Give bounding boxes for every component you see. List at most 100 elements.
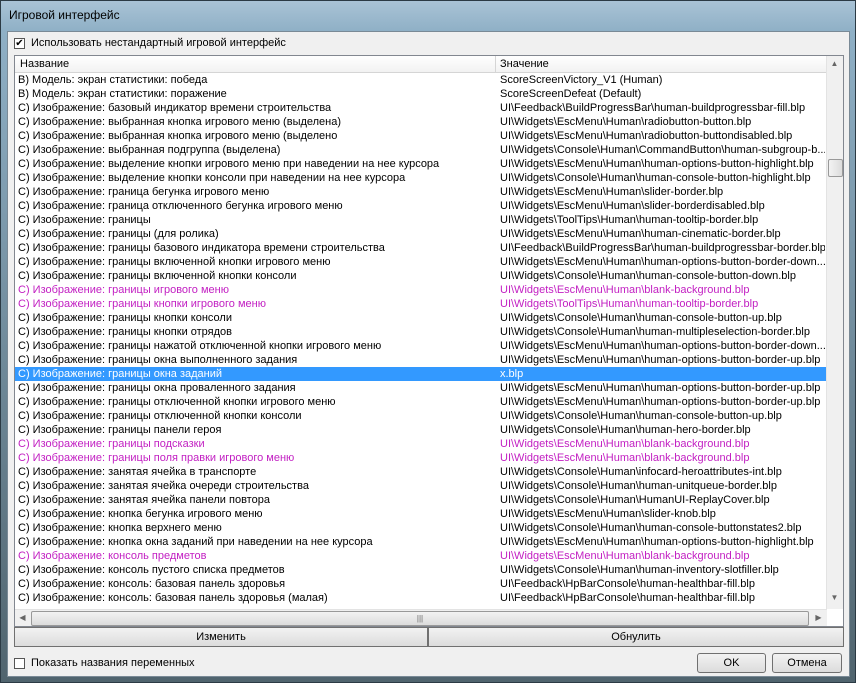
table-row[interactable]: С) Изображение: границы включенной кнопк…: [15, 269, 827, 283]
table-row[interactable]: С) Изображение: граница отключенного бег…: [15, 199, 827, 213]
row-value: UI\Feedback\BuildProgressBar\human-build…: [500, 102, 806, 114]
table-row[interactable]: С) Изображение: границы подсказки UI\Widg…: [15, 437, 827, 451]
column-header-value[interactable]: Значение: [500, 58, 549, 70]
horizontal-scrollbar[interactable]: ◀ ||| ▶: [15, 609, 827, 626]
row-name: С) Изображение: выбранная подгруппа (выд…: [18, 144, 281, 156]
table-row[interactable]: С) Изображение: границы поля правки игро…: [15, 451, 827, 465]
row-name: С) Изображение: граница отключенного бег…: [18, 200, 343, 212]
row-name: С) Изображение: границы: [18, 214, 151, 226]
interface-list[interactable]: Название Значение В) Модель: экран стати…: [14, 55, 844, 627]
dialog-window: Игровой интерфейс ✔ Использовать нестанд…: [0, 0, 856, 683]
table-row[interactable]: С) Изображение: границы включенной кнопк…: [15, 255, 827, 269]
row-name: В) Модель: экран статистики: победа: [18, 74, 208, 86]
row-name: С) Изображение: границы окна выполненног…: [18, 354, 298, 366]
vertical-scroll-thumb[interactable]: [828, 159, 843, 177]
row-name: С) Изображение: кнопка окна заданий при …: [18, 536, 373, 548]
row-name: С) Изображение: консоль: базовая панель …: [18, 592, 328, 604]
use-custom-label[interactable]: Использовать нестандартный игровой интер…: [31, 37, 286, 49]
row-value: UI\Widgets\Console\Human\human-console-b…: [500, 172, 811, 184]
table-row[interactable]: С) Изображение: выбранная кнопка игровог…: [15, 115, 827, 129]
table-row[interactable]: С) Изображение: границы UI\Widgets\ToolTi…: [15, 213, 827, 227]
scroll-left-icon[interactable]: ◀: [15, 613, 30, 622]
row-name: С) Изображение: границы нажатой отключен…: [18, 340, 382, 352]
row-value: UI\Widgets\Console\Human\human-unitqueue…: [500, 480, 777, 492]
table-row[interactable]: С) Изображение: консоль: базовая панель …: [15, 591, 827, 605]
row-value: UI\Widgets\EscMenu\Human\blank-backgroun…: [500, 284, 750, 296]
column-divider[interactable]: [495, 56, 496, 73]
row-value: UI\Widgets\EscMenu\Human\human-options-b…: [500, 340, 825, 352]
column-header-name[interactable]: Название: [20, 58, 69, 70]
row-name: С) Изображение: границы кнопки консоли: [18, 312, 232, 324]
table-row[interactable]: С) Изображение: границы отключенной кноп…: [15, 409, 827, 423]
table-row[interactable]: С) Изображение: границы игрового меню UI\…: [15, 283, 827, 297]
table-row[interactable]: С) Изображение: выделение кнопки игровог…: [15, 157, 827, 171]
row-value: UI\Widgets\EscMenu\Human\human-options-b…: [500, 354, 821, 366]
show-var-names-label[interactable]: Показать названия переменных: [31, 657, 195, 669]
row-name: С) Изображение: границы включенной кнопк…: [18, 270, 297, 282]
table-row[interactable]: С) Изображение: границы окна заданий x.bl…: [15, 367, 827, 381]
table-row[interactable]: С) Изображение: кнопка верхнего меню UI\W…: [15, 521, 827, 535]
edit-button[interactable]: Изменить: [14, 627, 428, 647]
row-value: UI\Widgets\Console\Human\human-console-b…: [500, 270, 796, 282]
cancel-button[interactable]: Отмена: [772, 653, 842, 673]
scroll-right-icon[interactable]: ▶: [811, 613, 826, 622]
table-row[interactable]: С) Изображение: занятая ячейка в транспо…: [15, 465, 827, 479]
table-row[interactable]: С) Изображение: занятая ячейка очереди с…: [15, 479, 827, 493]
table-row[interactable]: В) Модель: экран статистики: поражение Sc…: [15, 87, 827, 101]
row-value: UI\Widgets\EscMenu\Human\slider-borderdi…: [500, 200, 765, 212]
scroll-down-icon[interactable]: ▼: [827, 593, 842, 602]
dialog-client: ✔ Использовать нестандартный игровой инт…: [7, 31, 850, 677]
table-row[interactable]: С) Изображение: выбранная подгруппа (выд…: [15, 143, 827, 157]
row-value: UI\Widgets\Console\Human\human-console-b…: [500, 522, 802, 534]
table-row[interactable]: В) Модель: экран статистики: победа Score…: [15, 73, 827, 87]
row-value: UI\Feedback\HpBarConsole\human-healthbar…: [500, 578, 755, 590]
list-header: Название Значение: [15, 56, 827, 73]
table-row[interactable]: С) Изображение: выделение кнопки консоли…: [15, 171, 827, 185]
row-value: ScoreScreenDefeat (Default): [500, 88, 642, 100]
table-row[interactable]: С) Изображение: границы отключенной кноп…: [15, 395, 827, 409]
reset-button[interactable]: Обнулить: [428, 627, 844, 647]
table-row[interactable]: С) Изображение: консоль пустого списка п…: [15, 563, 827, 577]
row-value: UI\Widgets\EscMenu\Human\slider-knob.blp: [500, 508, 716, 520]
show-var-names-checkbox[interactable]: [14, 658, 25, 669]
table-row[interactable]: С) Изображение: кнопка бегунка игрового …: [15, 507, 827, 521]
row-value: UI\Widgets\Console\Human\human-multiples…: [500, 326, 810, 338]
table-row[interactable]: С) Изображение: границы нажатой отключен…: [15, 339, 827, 353]
horizontal-scroll-thumb[interactable]: |||: [31, 611, 809, 626]
table-row[interactable]: С) Изображение: консоль: базовая панель …: [15, 577, 827, 591]
table-row[interactable]: С) Изображение: занятая ячейка панели по…: [15, 493, 827, 507]
row-name: С) Изображение: границы подсказки: [18, 438, 205, 450]
list-rows: В) Модель: экран статистики: победа Score…: [15, 73, 827, 605]
row-name: С) Изображение: границы отключенной кноп…: [18, 396, 336, 408]
row-value: UI\Widgets\EscMenu\Human\radiobutton-but…: [500, 116, 752, 128]
table-row[interactable]: С) Изображение: границы (для ролика) UI\W…: [15, 227, 827, 241]
row-name: С) Изображение: границы кнопки игрового …: [18, 298, 266, 310]
table-row[interactable]: С) Изображение: границы панели героя UI\W…: [15, 423, 827, 437]
table-row[interactable]: С) Изображение: границы окна выполненног…: [15, 353, 827, 367]
table-row[interactable]: С) Изображение: консоль предметов UI\Widg…: [15, 549, 827, 563]
row-value: UI\Feedback\HpBarConsole\human-healthbar…: [500, 592, 755, 604]
ok-button[interactable]: OK: [697, 653, 766, 673]
table-row[interactable]: С) Изображение: границы кнопки консоли UI…: [15, 311, 827, 325]
table-row[interactable]: С) Изображение: границы базового индикат…: [15, 241, 827, 255]
row-name: С) Изображение: границы базового индикат…: [18, 242, 385, 254]
vertical-scrollbar[interactable]: ▲ ▼: [826, 56, 843, 609]
row-name: С) Изображение: выбранная кнопка игровог…: [18, 130, 338, 142]
scroll-up-icon[interactable]: ▲: [827, 59, 842, 68]
table-row[interactable]: С) Изображение: базовый индикатор времен…: [15, 101, 827, 115]
row-name: С) Изображение: занятая ячейка очереди с…: [18, 480, 309, 492]
use-custom-checkbox[interactable]: ✔: [14, 38, 25, 49]
row-name: С) Изображение: границы окна заданий: [18, 368, 223, 380]
row-value: x.blp: [500, 368, 524, 380]
window-title: Игровой интерфейс: [9, 8, 120, 22]
row-value: UI\Widgets\EscMenu\Human\radiobutton-but…: [500, 130, 793, 142]
row-name: С) Изображение: кнопка верхнего меню: [18, 522, 222, 534]
table-row[interactable]: С) Изображение: границы кнопки отрядов UI…: [15, 325, 827, 339]
table-row[interactable]: С) Изображение: границы окна проваленног…: [15, 381, 827, 395]
table-row[interactable]: С) Изображение: границы кнопки игрового …: [15, 297, 827, 311]
table-row[interactable]: С) Изображение: кнопка окна заданий при …: [15, 535, 827, 549]
table-row[interactable]: С) Изображение: выбранная кнопка игровог…: [15, 129, 827, 143]
row-name: В) Модель: экран статистики: поражение: [18, 88, 227, 100]
row-name: С) Изображение: выделение кнопки консоли…: [18, 172, 406, 184]
table-row[interactable]: С) Изображение: граница бегунка игрового…: [15, 185, 827, 199]
